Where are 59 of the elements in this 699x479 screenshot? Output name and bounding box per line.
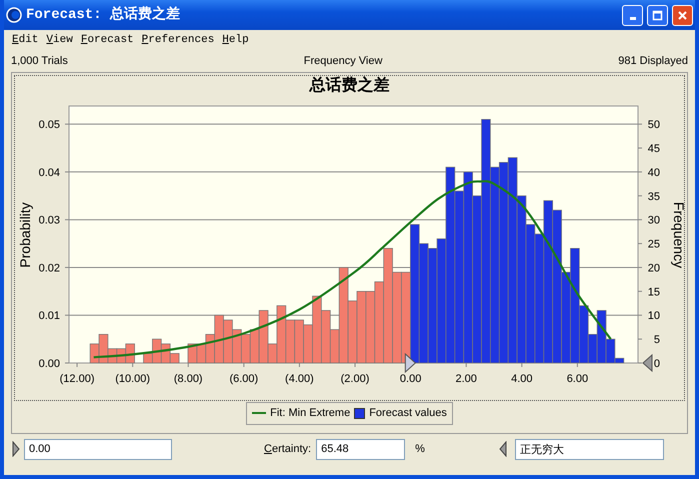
grabber-icon[interactable] (12, 441, 20, 457)
menu-item[interactable]: Help (218, 32, 253, 48)
legend-swatch-icon (354, 408, 366, 419)
axis-label: (10.00) (114, 373, 150, 385)
close-button[interactable] (672, 4, 693, 26)
menu-item[interactable]: Edit (8, 32, 42, 48)
axis-label: (4.00) (284, 373, 314, 385)
grabber-icon (404, 352, 416, 374)
grabber-icon (642, 354, 652, 372)
lower-bound-field[interactable]: 0.00 (24, 438, 172, 460)
axis-label: 30 (647, 214, 660, 227)
axis-label: 0.03 (38, 214, 60, 227)
axis-label: (8.00) (173, 373, 202, 385)
trials-count: 1,000 Trials (11, 54, 68, 69)
axis-label: 0.01 (38, 310, 60, 322)
axis-label: 0.00 (399, 373, 421, 385)
axis-label: 20 (647, 262, 660, 274)
certainty-field[interactable]: 65.48 (316, 438, 406, 460)
minimize-button[interactable] (622, 4, 643, 26)
axis-label: 15 (647, 286, 660, 298)
axis-label: 6.00 (566, 373, 588, 385)
axis-label: 25 (647, 238, 660, 251)
legend-label: Fit: Min Extreme (270, 406, 350, 421)
axis-label: 50 (647, 119, 660, 132)
chart-title: 总话费之差 (310, 76, 390, 96)
minimize-icon (630, 16, 636, 20)
axis-label: 0.02 (38, 262, 60, 274)
displayed-count: 981 Displayed (618, 54, 688, 69)
axis-label: (2.00) (340, 373, 369, 385)
maximize-button[interactable] (647, 4, 668, 26)
window-title: Forecast: 总话费之差 (26, 5, 182, 24)
legend-line-icon (252, 412, 266, 414)
menu-item[interactable]: Forecast (76, 32, 138, 48)
axis-label: 0.04 (38, 166, 60, 179)
axis-label: 0.00 (38, 358, 60, 370)
certainty-label: Certainty: (264, 442, 312, 457)
menu-item[interactable]: View (42, 32, 77, 48)
percent-label: % (415, 442, 425, 457)
axis-label: 10 (647, 310, 660, 322)
upper-bound-field[interactable]: 正无穷大 (514, 438, 664, 460)
axis-label: 2.00 (455, 373, 476, 385)
axis-label: 0 (653, 358, 660, 370)
axis-label: 40 (647, 166, 660, 179)
axis-label: 5 (653, 334, 660, 346)
grabber-icon[interactable] (498, 441, 507, 457)
axis-title: Frequency (670, 202, 684, 268)
view-name: Frequency View (304, 54, 382, 69)
menu-item[interactable]: Preferences (138, 32, 218, 48)
axis-title: Probability (16, 202, 32, 268)
app-icon (6, 7, 22, 23)
axis-label: 45 (647, 143, 660, 156)
axis-label: (6.00) (228, 373, 258, 385)
axis-label: 35 (647, 190, 660, 203)
axis-label: (12.00) (59, 373, 94, 385)
axis-label: 0.05 (38, 119, 60, 132)
close-icon (677, 10, 688, 20)
axis-label: 4.00 (510, 373, 532, 385)
legend-label: Forecast values (369, 406, 447, 421)
maximize-icon (652, 10, 663, 20)
